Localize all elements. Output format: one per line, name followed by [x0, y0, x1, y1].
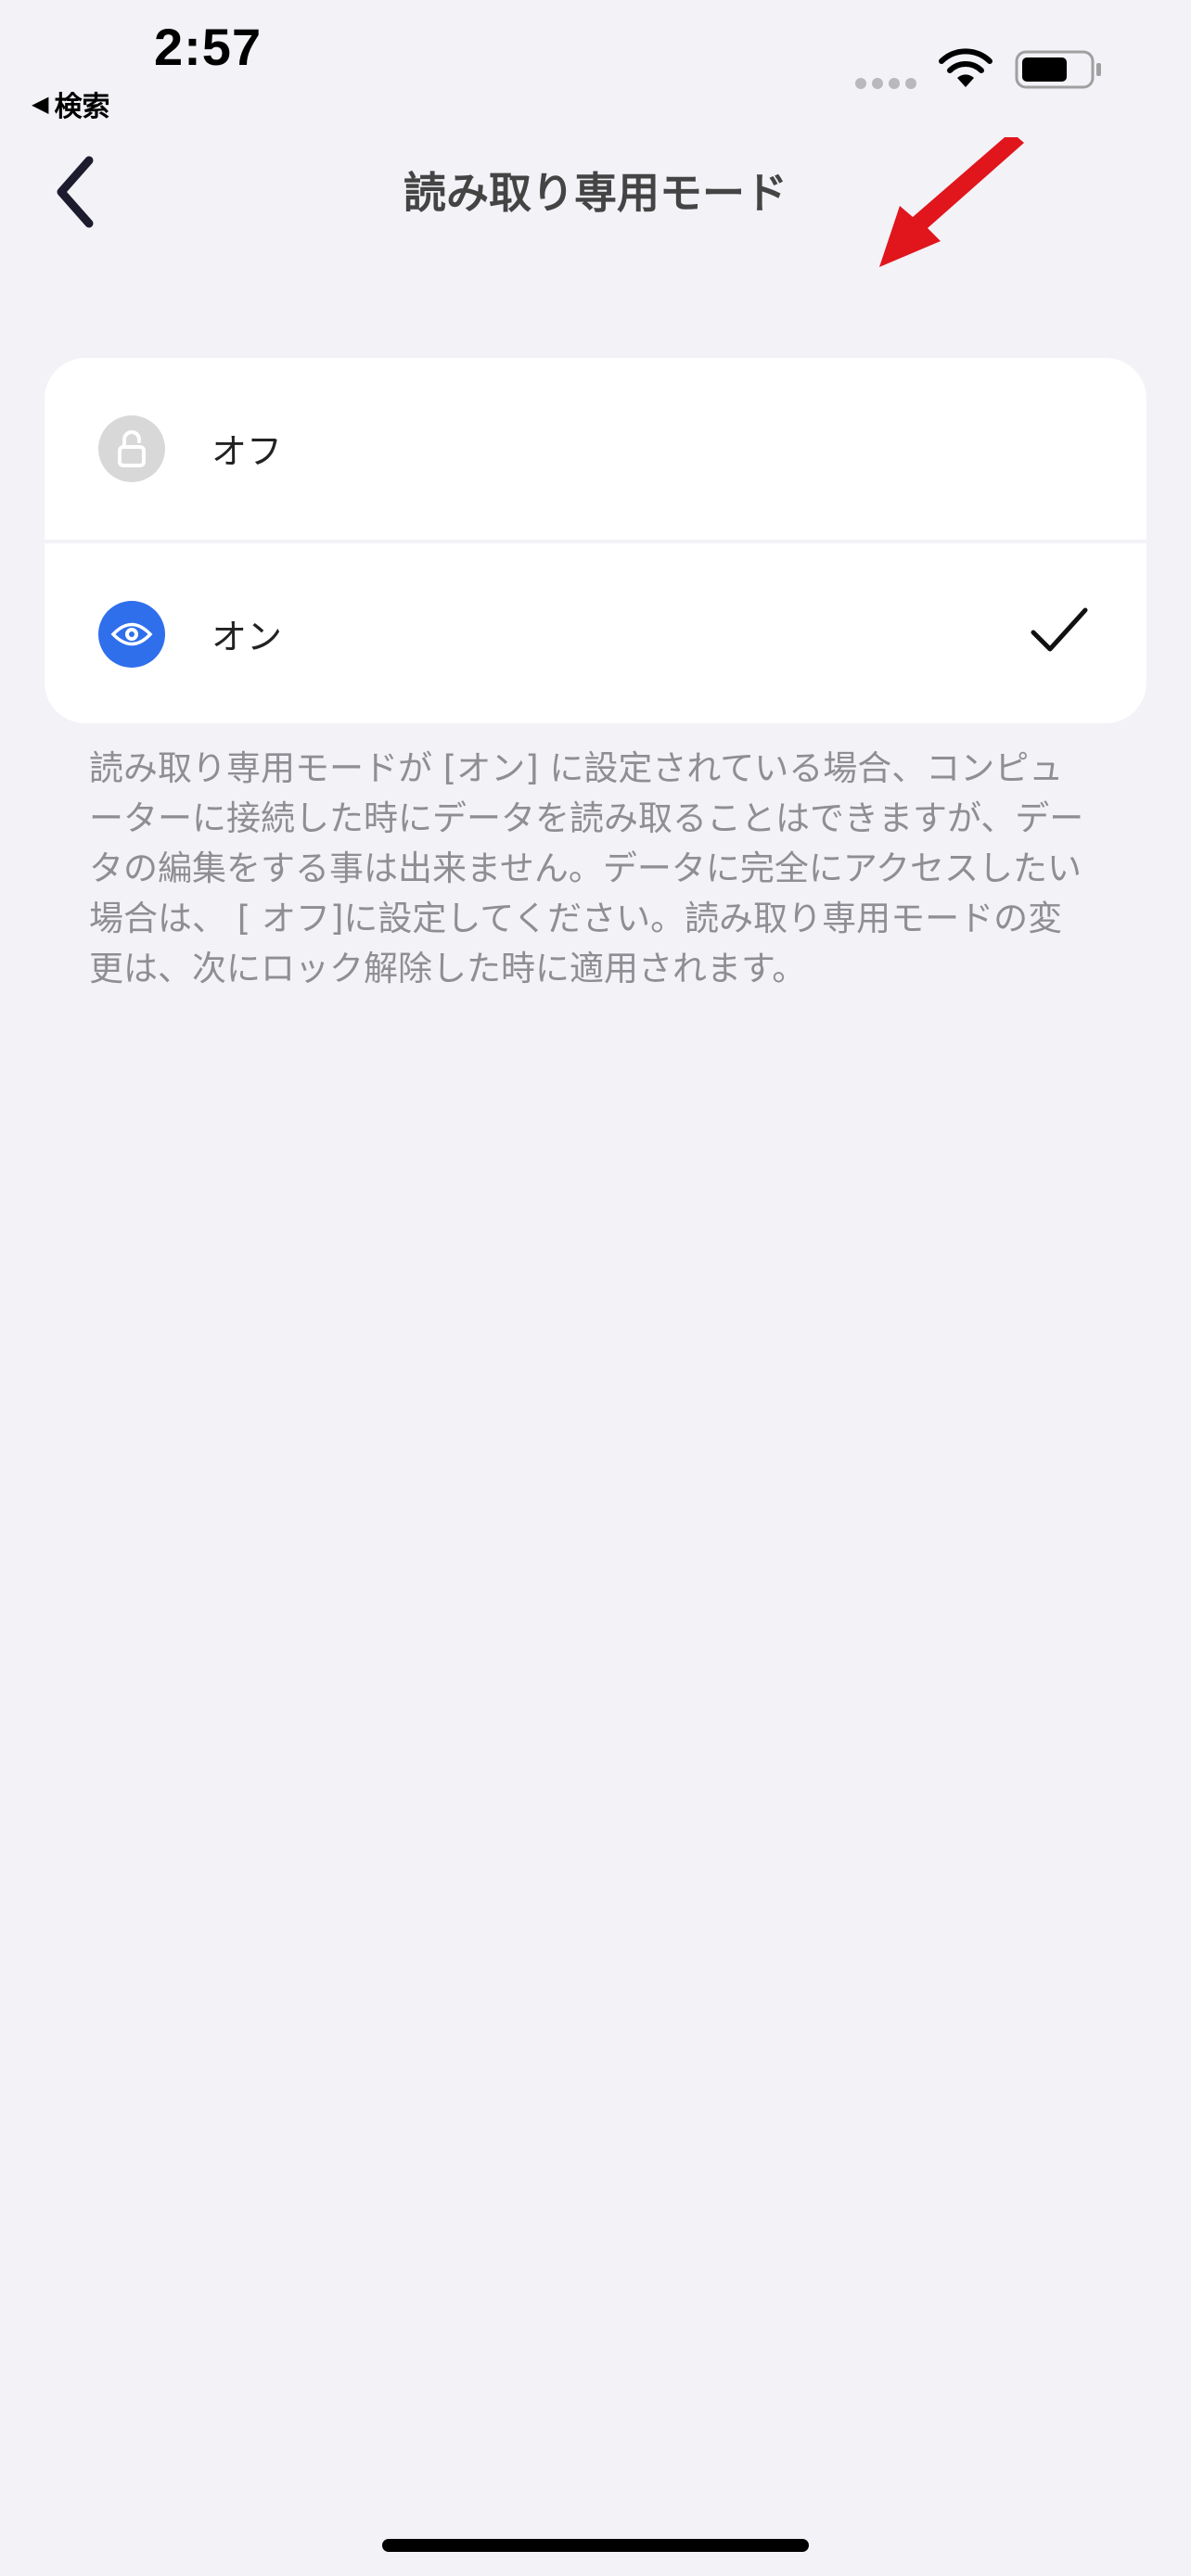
battery-icon: [1015, 50, 1101, 89]
back-to-app-button[interactable]: ◀ 検索: [32, 85, 110, 123]
checkmark-icon: [1031, 607, 1088, 652]
option-on[interactable]: オン: [45, 542, 1146, 723]
mode-options-card: オフ オン: [45, 358, 1146, 723]
option-off[interactable]: オフ: [45, 358, 1146, 540]
red-arrow-icon: [879, 137, 1024, 267]
eye-icon: [98, 601, 165, 668]
back-to-app-label: 検索: [54, 91, 110, 123]
option-on-label: オン: [211, 617, 283, 657]
status-time: 2:57: [154, 18, 263, 76]
home-indicator[interactable]: [382, 2539, 809, 2552]
back-triangle-icon: ◀: [32, 91, 49, 117]
cellular-signal-icon: [855, 78, 916, 89]
wifi-icon: [939, 48, 992, 87]
read-only-mode-description: 読み取り専用モードが [オン] に設定されている場合、コンピューターに接続した時…: [89, 748, 1084, 988]
unlock-icon: [98, 415, 165, 482]
option-off-label: オフ: [211, 431, 283, 472]
